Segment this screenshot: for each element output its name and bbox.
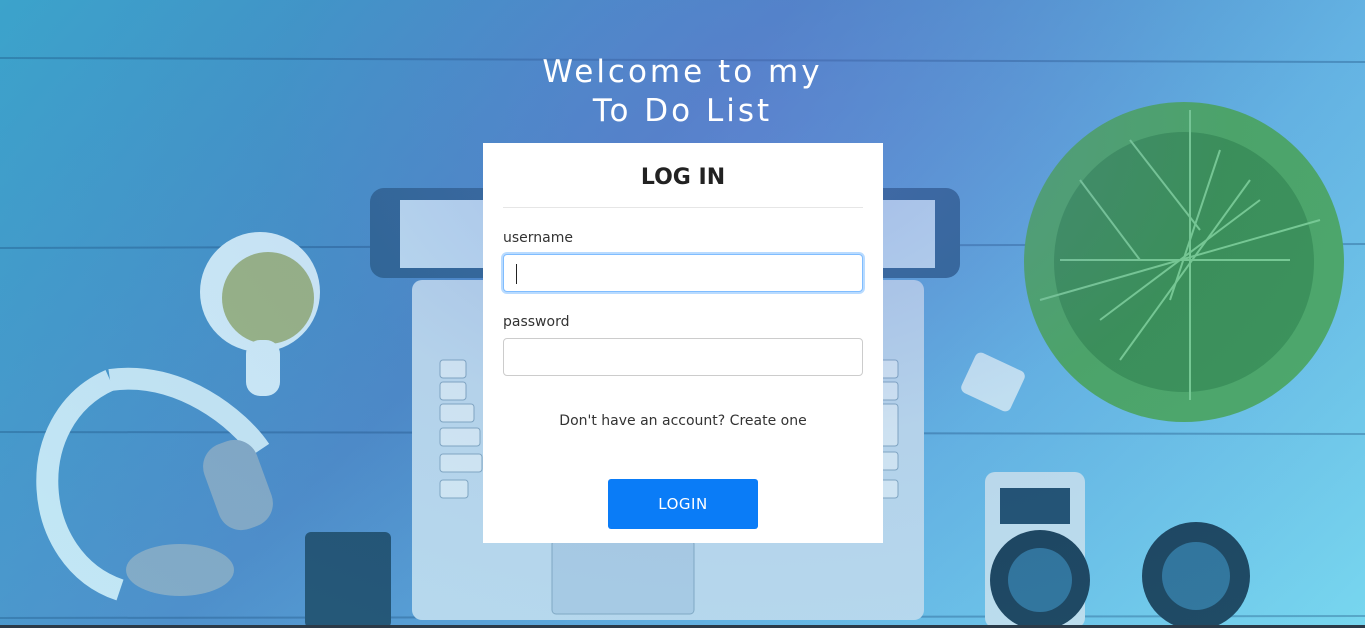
signup-prompt-text: Don't have an account? — [559, 413, 726, 429]
welcome-headline: Welcome to my To Do List — [0, 53, 1365, 131]
login-card: LOG IN username password Don't have an a… — [483, 143, 883, 543]
password-label: password — [503, 314, 570, 330]
login-button[interactable]: LOGIN — [608, 479, 758, 529]
password-input[interactable] — [503, 338, 863, 376]
create-account-link[interactable]: Create one — [730, 413, 807, 429]
headline-line-2: To Do List — [592, 92, 773, 129]
headline-line-1: Welcome to my — [542, 53, 823, 90]
card-divider — [503, 207, 863, 208]
text-caret — [516, 264, 517, 284]
username-label: username — [503, 230, 573, 246]
signup-prompt: Don't have an account? Create one — [503, 413, 863, 429]
username-input[interactable] — [503, 254, 863, 292]
login-card-title: LOG IN — [640, 165, 726, 190]
